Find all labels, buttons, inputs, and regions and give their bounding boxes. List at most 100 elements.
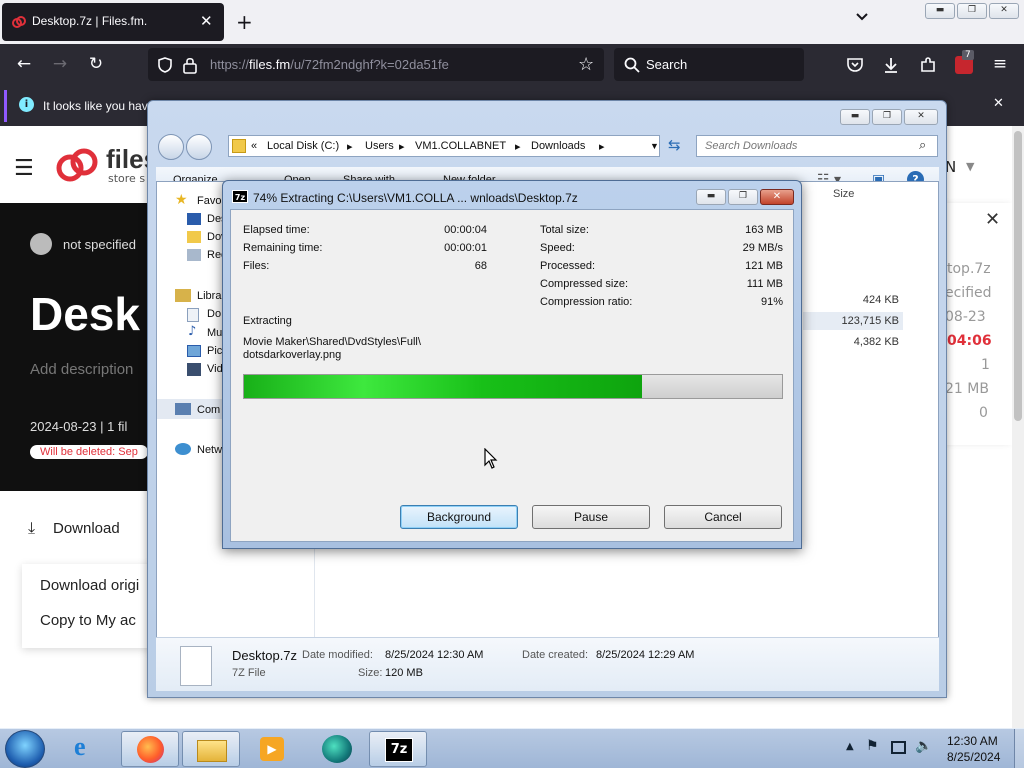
search-bar[interactable]: Search <box>614 48 804 81</box>
computer-icon <box>175 403 191 415</box>
file-info-panel: ✕ top.7z ecified 08-23 04:06 1 21 MB 0 <box>945 203 1012 445</box>
downloads-icon[interactable] <box>882 56 900 74</box>
menu-hamburger-icon[interactable]: ☰ <box>14 156 34 181</box>
dialog-maximize-button[interactable]: ❐ <box>728 189 758 205</box>
remaining-time-value: 00:00:01 <box>444 242 487 254</box>
download-link[interactable]: Download <box>53 520 120 537</box>
7zip-app-icon: 7z <box>232 190 248 203</box>
menu-item-download-original[interactable]: Download origi <box>40 577 139 594</box>
explorer-close-button[interactable]: ✕ <box>904 109 938 125</box>
file-meta: 2024-08-23 | 1 fil <box>30 419 128 434</box>
page-scrollbar[interactable] <box>1012 126 1024 728</box>
language-chevron-icon[interactable]: ▼ <box>966 160 974 173</box>
folder-icon <box>232 139 246 153</box>
background-button[interactable]: Background <box>400 505 518 529</box>
info-name: top.7z <box>947 261 991 277</box>
show-hidden-icons-icon[interactable]: ▲ <box>846 741 854 752</box>
new-tab-icon[interactable]: + <box>236 10 253 34</box>
back-arrow-icon[interactable]: ← <box>14 54 34 74</box>
taskbar-media-player-icon[interactable]: ▶ <box>243 731 301 767</box>
breadcrumb-user[interactable]: VM1.COLLABNET <box>415 140 506 152</box>
network-tray-icon[interactable] <box>891 741 906 754</box>
list-tabs-chevron-icon[interactable] <box>855 10 869 26</box>
refresh-icon[interactable]: ⇆ <box>668 136 681 154</box>
files-fm-logo-icon[interactable] <box>52 148 104 184</box>
start-button-icon[interactable] <box>5 730 45 768</box>
bookmark-star-icon[interactable]: ☆ <box>578 54 594 75</box>
menu-item-copy-to-account[interactable]: Copy to My ac <box>40 612 136 629</box>
size-column-header[interactable]: Size <box>833 188 854 200</box>
nav-computer[interactable]: Com <box>197 404 220 416</box>
pause-button[interactable]: Pause <box>532 505 650 529</box>
close-notification-icon[interactable]: ✕ <box>993 96 1004 111</box>
nav-documents[interactable]: Do <box>207 308 221 320</box>
clock-time[interactable]: 12:30 AM <box>947 734 998 748</box>
show-desktop-button[interactable] <box>1014 729 1024 768</box>
hamburger-menu-icon[interactable]: ≡ <box>990 54 1010 74</box>
download-icon[interactable]: ⤓ <box>28 518 35 538</box>
breadcrumb-separator: ▸ <box>347 141 353 153</box>
downloads-folder-icon <box>187 231 201 243</box>
breadcrumb-downloads[interactable]: Downloads <box>531 140 585 152</box>
extension-badge: 7 <box>962 50 974 60</box>
explorer-search-input[interactable]: Search Downloads ⌕ <box>696 135 938 157</box>
size-value: 120 MB <box>385 667 423 679</box>
explorer-maximize-button[interactable]: ❐ <box>872 109 902 125</box>
file-size-row-2: 123,715 KB <box>841 315 900 327</box>
close-window-button[interactable]: ✕ <box>989 3 1019 19</box>
nav-network[interactable]: Netw <box>197 444 222 456</box>
explorer-forward-icon[interactable] <box>186 134 212 160</box>
restore-window-button[interactable]: ❐ <box>957 3 987 19</box>
url-bar[interactable]: https://files.fm/u/72fm2ndghf?k=02da51fe… <box>148 48 604 81</box>
dialog-close-button[interactable]: ✕ <box>760 189 794 205</box>
shield-icon[interactable] <box>156 56 174 74</box>
breadcrumb-back[interactable]: « <box>251 140 257 152</box>
forward-arrow-icon[interactable]: → <box>50 54 70 74</box>
scrollbar-thumb[interactable] <box>1014 131 1022 421</box>
nav-pictures[interactable]: Pic <box>207 345 222 357</box>
taskbar-firefox-icon[interactable] <box>121 731 179 767</box>
description-placeholder[interactable]: Add description <box>30 361 133 378</box>
url-text[interactable]: https://files.fm/u/72fm2ndghf?k=02da51fe <box>210 57 449 72</box>
action-label: Extracting <box>243 315 292 327</box>
explorer-minimize-button[interactable]: ▬ <box>840 109 870 125</box>
close-tab-icon[interactable]: ✕ <box>200 12 213 30</box>
close-panel-icon[interactable]: ✕ <box>985 209 1000 230</box>
breadcrumb-local-disk[interactable]: Local Disk (C:) <box>267 140 339 152</box>
taskbar-7zip-icon[interactable]: 7z <box>369 731 427 767</box>
details-pane: Desktop.7z 7Z File Date modified: 8/25/2… <box>156 637 939 691</box>
nav-favorites[interactable]: Favo <box>197 195 221 207</box>
info-owner: ecified <box>945 285 992 301</box>
dialog-title: 74% Extracting C:\Users\VM1.COLLA ... wn… <box>253 191 578 205</box>
nav-videos[interactable]: Vid <box>207 363 223 375</box>
taskbar-explorer-icon[interactable] <box>182 731 240 767</box>
explorer-back-icon[interactable] <box>158 134 184 160</box>
total-size-label: Total size: <box>540 224 589 236</box>
clock-date[interactable]: 8/25/2024 <box>947 750 1000 764</box>
extensions-puzzle-icon[interactable] <box>919 56 937 74</box>
breadcrumb-users[interactable]: Users <box>365 140 394 152</box>
reload-icon[interactable]: ↻ <box>86 54 106 74</box>
taskbar-app-icon[interactable] <box>308 731 366 767</box>
minimize-window-button[interactable]: ▬ <box>925 3 955 19</box>
browser-nav-bar: ← → ↻ https://files.fm/u/72fm2ndghf?k=02… <box>0 44 1024 86</box>
lock-icon[interactable] <box>182 56 198 74</box>
explorer-address-bar[interactable]: « Local Disk (C:) ▸ Users ▸ VM1.COLLABNE… <box>228 135 660 157</box>
volume-muted-icon[interactable]: 🔈 <box>915 738 932 754</box>
address-dropdown-icon[interactable]: ▼ <box>650 141 659 151</box>
file-type-icon <box>180 646 212 686</box>
nav-music[interactable]: Mu <box>207 327 222 339</box>
breadcrumb-separator: ▸ <box>515 141 521 153</box>
pocket-icon[interactable] <box>846 56 864 74</box>
extract-progress-dialog: 7z 74% Extracting C:\Users\VM1.COLLA ...… <box>222 180 802 549</box>
info-files: 1 <box>981 357 990 373</box>
nav-libraries[interactable]: Libra <box>197 290 221 302</box>
taskbar-ie-icon[interactable]: e <box>60 731 118 767</box>
created-label: Date created: <box>522 649 589 661</box>
dialog-minimize-button[interactable]: ▬ <box>696 189 726 205</box>
processed-label: Processed: <box>540 260 596 272</box>
action-center-flag-icon[interactable]: ⚑ <box>866 738 879 754</box>
pictures-icon <box>187 345 201 357</box>
browser-tab-active[interactable]: Desktop.7z | Files.fm. ✕ <box>2 3 224 41</box>
cancel-button[interactable]: Cancel <box>664 505 782 529</box>
